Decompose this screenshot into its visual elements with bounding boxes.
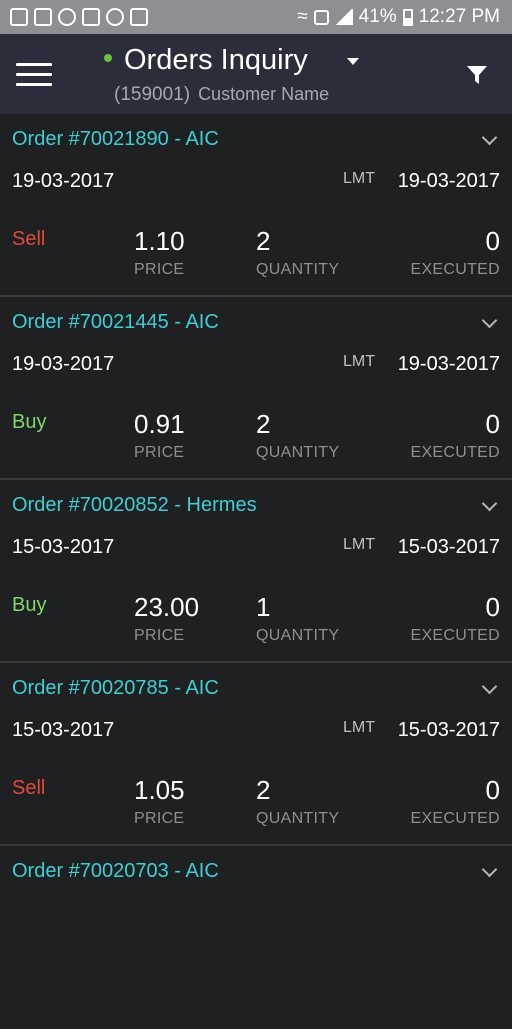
order-date: 19-03-2017 bbox=[12, 170, 115, 192]
chevron-down-icon[interactable] bbox=[481, 129, 498, 146]
order-type-label: LMT bbox=[343, 170, 375, 187]
limit-date: 19-03-2017 bbox=[397, 170, 500, 192]
order-title[interactable]: Order #70021445 - AIC bbox=[12, 311, 219, 334]
wifi-icon: ≈ bbox=[297, 6, 308, 27]
order-card[interactable]: Order #70020852 - Hermes 15-03-2017 LMT … bbox=[0, 480, 512, 663]
customer-id: (159001) bbox=[114, 84, 191, 105]
quantity-label: QUANTITY bbox=[256, 261, 340, 278]
customer-info: (159001) Customer Name bbox=[114, 84, 329, 106]
status-bar: ≈ 41% 12:27 PM bbox=[0, 0, 512, 34]
order-title[interactable]: Order #70020785 - AIC bbox=[12, 677, 219, 700]
notification-icons bbox=[10, 8, 148, 26]
order-card[interactable]: Order #70020703 - AIC bbox=[0, 846, 512, 1029]
app-bar: Orders Inquiry (159001) Customer Name bbox=[0, 34, 512, 114]
order-type-label: LMT bbox=[343, 536, 375, 553]
orders-list: Order #70021890 - AIC 19-03-2017 LMT 19-… bbox=[0, 114, 512, 1029]
quantity-label: QUANTITY bbox=[256, 627, 340, 644]
order-title[interactable]: Order #70020703 - AIC bbox=[12, 860, 219, 883]
battery-percent: 41% bbox=[358, 6, 397, 27]
executed-value: 0 bbox=[485, 775, 500, 805]
executed-label: EXECUTED bbox=[410, 261, 500, 278]
price-value: 1.10 bbox=[134, 226, 185, 256]
executed-label: EXECUTED bbox=[410, 627, 500, 644]
order-side: Buy bbox=[12, 594, 47, 616]
gmail-icon bbox=[10, 8, 28, 26]
quantity-value: 1 bbox=[256, 592, 271, 622]
dropdown-caret-icon[interactable] bbox=[347, 58, 359, 65]
price-label: PRICE bbox=[134, 444, 185, 461]
chevron-down-icon[interactable] bbox=[481, 861, 498, 878]
price-label: PRICE bbox=[134, 261, 185, 278]
quantity-value: 2 bbox=[256, 226, 271, 256]
sync-icon bbox=[106, 8, 124, 26]
limit-date: 19-03-2017 bbox=[397, 353, 500, 375]
limit-date: 15-03-2017 bbox=[397, 536, 500, 558]
quantity-label: QUANTITY bbox=[256, 810, 340, 827]
signal-icon bbox=[334, 9, 353, 25]
order-date: 19-03-2017 bbox=[12, 353, 115, 375]
limit-date: 15-03-2017 bbox=[397, 719, 500, 741]
order-title[interactable]: Order #70021890 - AIC bbox=[12, 128, 219, 151]
quantity-label: QUANTITY bbox=[256, 444, 340, 461]
order-date: 15-03-2017 bbox=[12, 536, 115, 558]
executed-value: 0 bbox=[485, 592, 500, 622]
executed-label: EXECUTED bbox=[410, 810, 500, 827]
online-status-dot bbox=[104, 54, 112, 62]
chevron-down-icon[interactable] bbox=[481, 495, 498, 512]
executed-label: EXECUTED bbox=[410, 444, 500, 461]
order-type-label: LMT bbox=[343, 353, 375, 370]
price-value: 0.91 bbox=[134, 409, 185, 439]
order-card[interactable]: Order #70021445 - AIC 19-03-2017 LMT 19-… bbox=[0, 297, 512, 480]
quantity-value: 2 bbox=[256, 775, 271, 805]
customer-name: Customer Name bbox=[198, 84, 330, 104]
whatsapp-icon bbox=[58, 8, 76, 26]
gallery-icon bbox=[34, 8, 52, 26]
page-title[interactable]: Orders Inquiry bbox=[124, 44, 308, 77]
chevron-down-icon[interactable] bbox=[481, 312, 498, 329]
order-title[interactable]: Order #70020852 - Hermes bbox=[12, 494, 257, 517]
order-type-label: LMT bbox=[343, 719, 375, 736]
order-side: Sell bbox=[12, 777, 46, 799]
clipboard-icon bbox=[130, 8, 148, 26]
order-card[interactable]: Order #70021890 - AIC 19-03-2017 LMT 19-… bbox=[0, 114, 512, 297]
price-value: 1.05 bbox=[134, 775, 185, 805]
order-side: Sell bbox=[12, 228, 46, 250]
order-side: Buy bbox=[12, 411, 47, 433]
app-notification-icon bbox=[82, 8, 100, 26]
filter-icon[interactable] bbox=[466, 64, 488, 86]
battery-icon bbox=[402, 8, 413, 26]
chevron-down-icon[interactable] bbox=[481, 678, 498, 695]
price-value: 23.00 bbox=[134, 592, 200, 622]
price-label: PRICE bbox=[134, 627, 185, 644]
order-card[interactable]: Order #70020785 - AIC 15-03-2017 LMT 15-… bbox=[0, 663, 512, 846]
executed-value: 0 bbox=[485, 409, 500, 439]
clock: 12:27 PM bbox=[418, 6, 500, 27]
price-label: PRICE bbox=[134, 810, 185, 827]
nfc-icon bbox=[313, 9, 329, 25]
executed-value: 0 bbox=[485, 226, 500, 256]
hamburger-menu-icon[interactable] bbox=[16, 63, 52, 87]
order-date: 15-03-2017 bbox=[12, 719, 115, 741]
quantity-value: 2 bbox=[256, 409, 271, 439]
